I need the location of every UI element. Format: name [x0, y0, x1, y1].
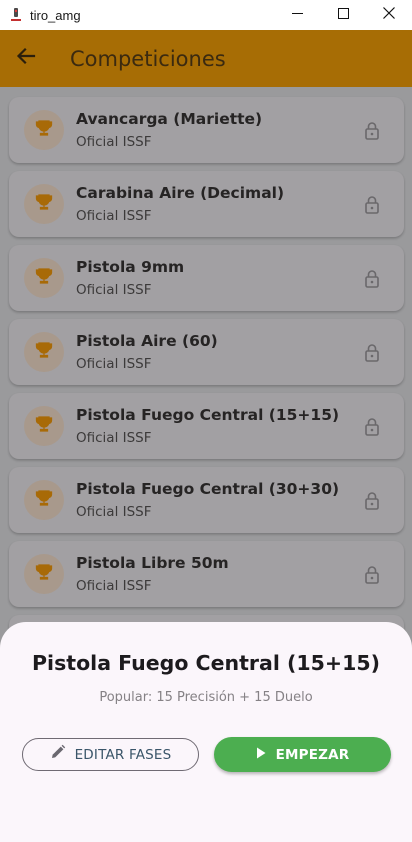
- app-bar: Competiciones: [0, 30, 412, 87]
- competition-subtitle: Oficial ISSF: [76, 504, 152, 520]
- maximize-icon: [337, 6, 349, 24]
- window-controls: [274, 0, 412, 30]
- lock-icon: [363, 491, 381, 511]
- app-icon: [8, 7, 24, 23]
- maximize-button[interactable]: [320, 0, 366, 30]
- sheet-subtitle: Popular: 15 Precisión + 15 Duelo: [99, 690, 313, 705]
- trophy-icon: [34, 266, 54, 291]
- start-button[interactable]: EMPEZAR: [214, 737, 391, 772]
- competition-subtitle: Oficial ISSF: [76, 282, 152, 298]
- trophy-icon: [34, 118, 54, 143]
- competition-subtitle: Oficial ISSF: [76, 134, 152, 150]
- competition-card[interactable]: Pistola Libre 50m Oficial ISSF: [9, 541, 404, 607]
- trophy-icon: [34, 562, 54, 587]
- competition-name: Pistola Libre 50m: [76, 554, 229, 572]
- competition-subtitle: Oficial ISSF: [76, 208, 152, 224]
- play-icon: [256, 746, 266, 764]
- edit-phases-label: EDITAR FASES: [74, 746, 172, 763]
- competition-name: Pistola Aire (60): [76, 332, 218, 350]
- lock-icon: [363, 269, 381, 289]
- competition-name: Pistola Fuego Central (15+15): [76, 406, 340, 424]
- trophy-icon: [34, 488, 54, 513]
- lock-icon: [363, 343, 381, 363]
- minimize-button[interactable]: [274, 0, 320, 30]
- lock-icon: [363, 195, 381, 215]
- competition-name: Pistola Fuego Central (30+30): [76, 480, 340, 498]
- lock-icon: [363, 565, 381, 585]
- close-button[interactable]: [366, 0, 412, 30]
- close-icon: [383, 6, 395, 24]
- window-title: tiro_amg: [30, 7, 81, 23]
- competition-subtitle: Oficial ISSF: [76, 356, 152, 372]
- lock-icon: [363, 417, 381, 437]
- competition-card[interactable]: Pistola Fuego Central (30+30) Oficial IS…: [9, 467, 404, 533]
- trophy-avatar: [24, 480, 64, 520]
- trophy-icon: [34, 192, 54, 217]
- trophy-avatar: [24, 554, 64, 594]
- competition-card[interactable]: Pistola Aire (60) Oficial ISSF: [9, 319, 404, 385]
- start-label: EMPEZAR: [275, 746, 350, 763]
- trophy-avatar: [24, 184, 64, 224]
- competition-card[interactable]: Pistola Fuego Central (15+15) Oficial IS…: [9, 393, 404, 459]
- sheet-title: Pistola Fuego Central (15+15): [32, 651, 380, 675]
- trophy-avatar: [24, 258, 64, 298]
- minimize-icon: [291, 6, 303, 24]
- lock-icon: [363, 121, 381, 141]
- competition-name: Carabina Aire (Decimal): [76, 184, 285, 202]
- competition-name: Avancarga (Mariette): [76, 110, 263, 128]
- competition-card[interactable]: Pistola 9mm Oficial ISSF: [9, 245, 404, 311]
- competition-subtitle: Oficial ISSF: [76, 578, 152, 594]
- trophy-avatar: [24, 110, 64, 150]
- back-button[interactable]: [0, 30, 52, 87]
- window-titlebar: tiro_amg: [0, 0, 412, 30]
- edit-phases-button[interactable]: EDITAR FASES: [22, 738, 199, 771]
- competition-card[interactable]: Avancarga (Mariette) Oficial ISSF: [9, 97, 404, 163]
- pencil-icon: [50, 744, 66, 765]
- competition-name: Pistola 9mm: [76, 258, 185, 276]
- trophy-avatar: [24, 332, 64, 372]
- competition-card[interactable]: Carabina Aire (Decimal) Oficial ISSF: [9, 171, 404, 237]
- page-title: Competiciones: [70, 46, 226, 71]
- arrow-left-icon: [16, 46, 36, 71]
- trophy-icon: [34, 414, 54, 439]
- trophy-avatar: [24, 406, 64, 446]
- competition-subtitle: Oficial ISSF: [76, 430, 152, 446]
- trophy-icon: [34, 340, 54, 365]
- competition-bottom-sheet: Pistola Fuego Central (15+15) Popular: 1…: [0, 622, 412, 842]
